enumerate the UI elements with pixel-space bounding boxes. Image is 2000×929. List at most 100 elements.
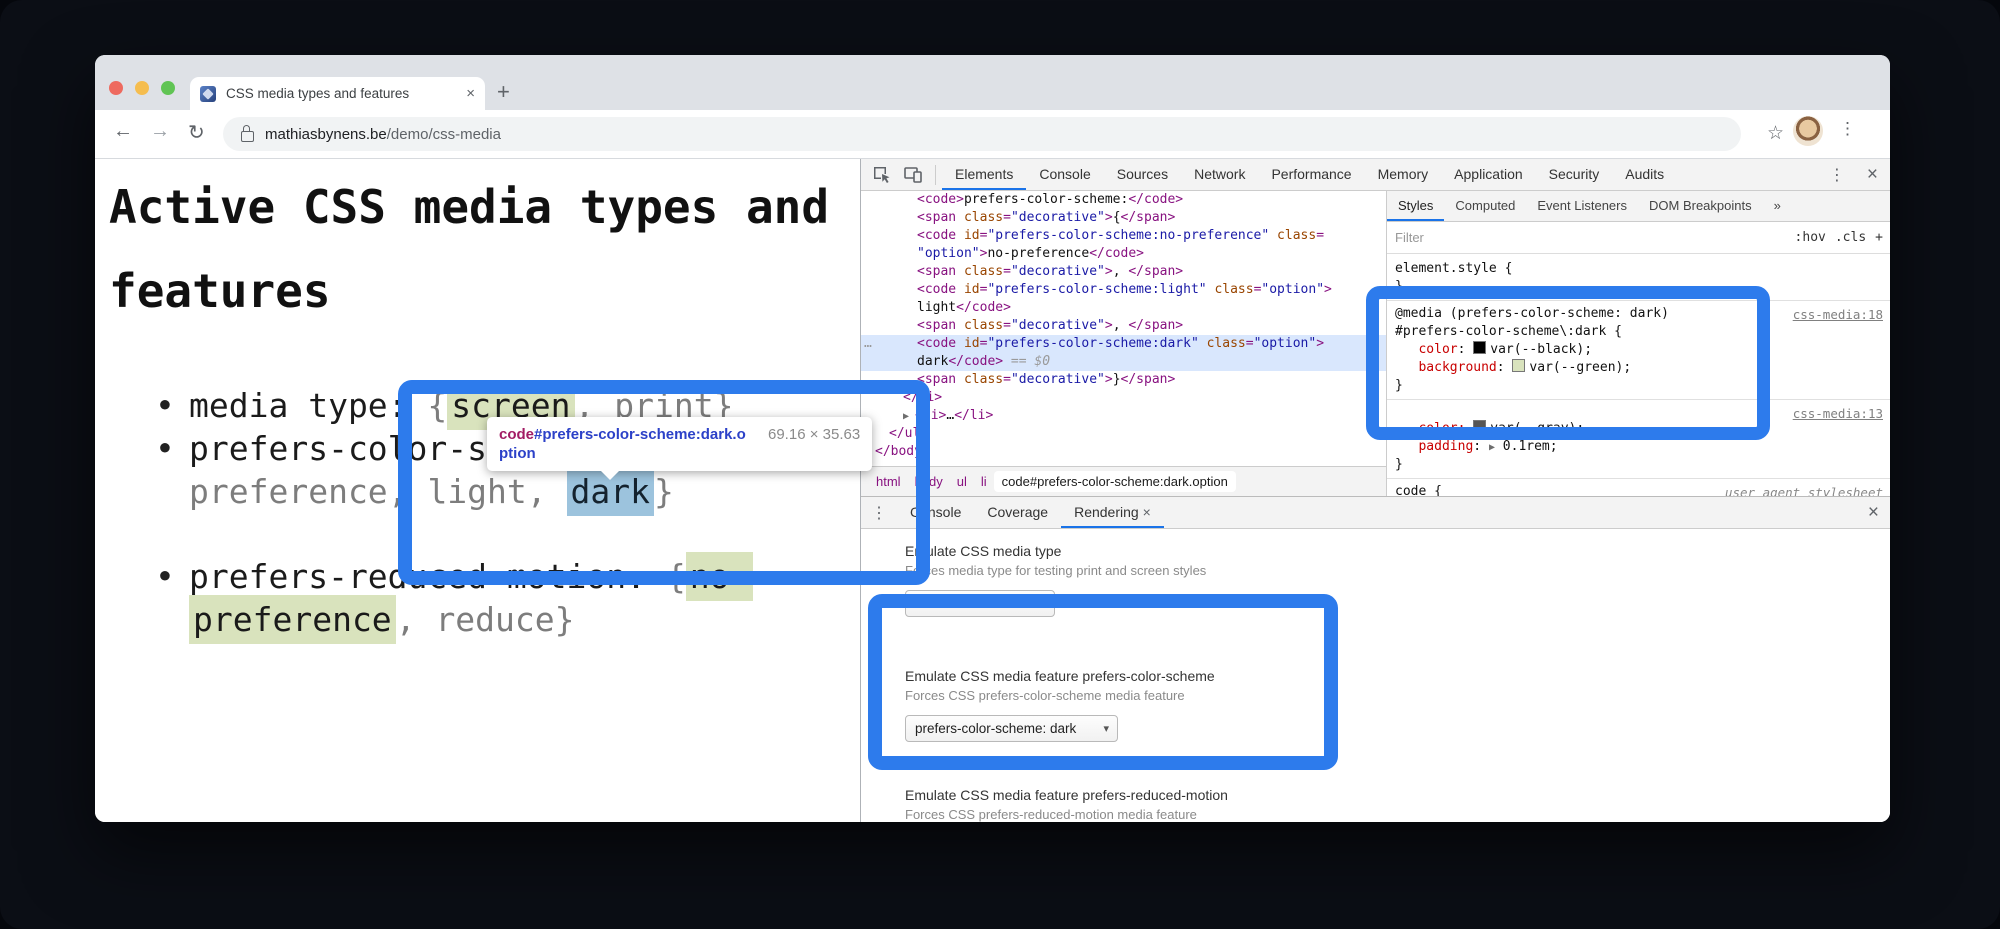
section-description: Forces CSS prefers-reduced-motion media … (905, 807, 1890, 822)
list-item: prefers-reduced-motion: {no-preference, … (128, 555, 860, 641)
select-value: prefers-color-scheme: dark (915, 721, 1076, 736)
tree-line[interactable]: <span class="decorative">, </span> (861, 263, 1386, 281)
drawer-tabbar: ⋮ ConsoleCoverageRendering × × (861, 496, 1890, 529)
traffic-light-close[interactable] (109, 81, 123, 95)
tab-rendering[interactable]: Rendering × (1061, 497, 1164, 528)
tab-application[interactable]: Application (1441, 159, 1536, 190)
toggle-cls[interactable]: .cls (1835, 230, 1866, 245)
tree-line[interactable]: ▶ <li>…</li> (861, 407, 1386, 425)
tab-event-listeners[interactable]: Event Listeners (1526, 191, 1638, 221)
tree-line[interactable]: …<code id="prefers-color-scheme:dark" cl… (861, 335, 1386, 353)
tree-line[interactable]: <code id="prefers-color-scheme:light" cl… (861, 281, 1386, 299)
tree-line[interactable]: </ul> (861, 425, 1386, 443)
tab-audits[interactable]: Audits (1612, 159, 1677, 190)
traffic-light-zoom[interactable] (161, 81, 175, 95)
css-property[interactable]: background: var(--green); (1387, 359, 1890, 377)
code-token: class (964, 210, 1003, 225)
emulation-select[interactable]: prefers-color-scheme: dark ▾ (905, 715, 1118, 742)
browser-menu-icon[interactable]: ⋮ (1839, 119, 1856, 139)
rendering-panel: Emulate CSS media typeForces media type … (861, 529, 1890, 822)
traffic-light-minimize[interactable] (135, 81, 149, 95)
tab-coverage[interactable]: Coverage (974, 497, 1061, 528)
source-link[interactable]: css-media:18 (1793, 307, 1883, 322)
color-swatch[interactable] (1473, 341, 1486, 354)
tab-console[interactable]: Console (1026, 159, 1103, 190)
dom-tree[interactable]: <code>prefers-color-scheme:</code><span … (861, 191, 1386, 466)
tree-line[interactable]: "option">no-preference</code> (861, 245, 1386, 263)
tab-[interactable]: » (1763, 191, 1792, 221)
devtools-menu-icon[interactable]: ⋮ (1819, 165, 1855, 185)
tree-line[interactable]: <span class="decorative">{</span> (861, 209, 1386, 227)
tab-favicon-icon (200, 86, 216, 102)
tab-elements[interactable]: Elements (942, 159, 1026, 190)
select-value: No emulation (915, 596, 995, 611)
tree-line[interactable]: </body> (861, 443, 1386, 461)
tab-computed[interactable]: Computed (1444, 191, 1526, 221)
tab-performance[interactable]: Performance (1258, 159, 1364, 190)
new-tab-icon[interactable]: + (497, 79, 510, 105)
element-style-open[interactable]: element.style { (1387, 260, 1890, 278)
breadcrumb-item-ul[interactable]: ul (950, 474, 974, 489)
code-token: = (1316, 228, 1324, 243)
tab-close-icon[interactable]: × (466, 85, 475, 102)
chevron-down-icon: ▾ (1103, 722, 1109, 735)
profile-avatar[interactable] (1793, 116, 1823, 146)
tree-line[interactable]: <code id="prefers-color-scheme:no-prefer… (861, 227, 1386, 245)
color-swatch[interactable] (1512, 359, 1525, 372)
code-token: <code (917, 228, 964, 243)
tab-memory[interactable]: Memory (1365, 159, 1442, 190)
tooltip-caret (600, 470, 620, 480)
expand-arrow-icon[interactable]: ▶ (1489, 442, 1495, 453)
tree-line[interactable]: <span class="decorative">, </span> (861, 317, 1386, 335)
tab-network[interactable]: Network (1181, 159, 1258, 190)
breadcrumb-item-li[interactable]: li (974, 474, 994, 489)
list-text: { (427, 386, 447, 425)
code-token: </ul> (889, 426, 928, 441)
list-text: reduce (435, 600, 554, 639)
section-title: Emulate CSS media type (905, 543, 1890, 559)
drawer-close-icon[interactable]: × (1856, 502, 1890, 524)
reload-icon[interactable]: ↻ (188, 120, 205, 145)
list-text: , (527, 472, 567, 511)
forward-icon[interactable]: → (150, 120, 170, 143)
css-property[interactable]: padding: ▶ 0.1rem; (1387, 438, 1890, 456)
tab-close-icon[interactable]: × (1139, 504, 1151, 520)
filter-input[interactable]: Filter (1395, 230, 1786, 245)
back-icon[interactable]: ← (113, 120, 133, 143)
inspect-icon[interactable] (872, 165, 892, 185)
bookmark-star-icon[interactable]: ☆ (1767, 122, 1784, 145)
device-toolbar-icon[interactable] (903, 165, 923, 185)
tree-line[interactable]: dark</code> == $0 (861, 353, 1386, 371)
browser-tab[interactable]: CSS media types and features × (190, 77, 485, 110)
color-swatch[interactable] (1473, 420, 1486, 433)
css-property-overridden[interactable]: color: var(--gray); (1387, 420, 1890, 438)
tree-line[interactable]: light</code> (861, 299, 1386, 317)
tree-line[interactable]: <span class="decorative">}</span> (861, 371, 1386, 389)
code-token: </span> (1128, 264, 1183, 279)
tab-styles[interactable]: Styles (1387, 191, 1444, 221)
tooltip-dimensions: 69.16 × 35.63 (768, 426, 860, 443)
code-token: <span (917, 210, 964, 225)
tree-line[interactable]: </li> (861, 389, 1386, 407)
code-token: <li> (915, 408, 946, 423)
emulation-select[interactable]: No emulation▾ (905, 590, 1055, 617)
list-text: light (427, 472, 526, 511)
tab-sources[interactable]: Sources (1104, 159, 1181, 190)
drawer-menu-icon[interactable]: ⋮ (861, 503, 897, 523)
css-property[interactable]: color: var(--black); (1387, 341, 1890, 359)
address-bar[interactable]: mathiasbynens.be/demo/css-media (223, 117, 1741, 151)
code-token: light (917, 300, 956, 315)
breadcrumb-item-html[interactable]: html (869, 474, 908, 489)
devtools-close-icon[interactable]: × (1855, 164, 1890, 186)
tab-console[interactable]: Console (897, 497, 974, 528)
source-link[interactable]: css-media:13 (1793, 406, 1883, 421)
code-token: no-preference (987, 246, 1089, 261)
tab-security[interactable]: Security (1536, 159, 1613, 190)
tab-dom-breakpoints[interactable]: DOM Breakpoints (1638, 191, 1763, 221)
breadcrumb-item-code[interactable]: code#prefers-color-scheme:dark.option (994, 471, 1236, 492)
tree-line[interactable]: <code>prefers-color-scheme:</code> (861, 191, 1386, 209)
breadcrumb-item-body[interactable]: body (908, 474, 950, 489)
element-style-close: } (1387, 278, 1890, 296)
new-style-rule-icon[interactable]: + (1875, 230, 1883, 245)
toggle-hov[interactable]: :hov (1795, 230, 1826, 245)
